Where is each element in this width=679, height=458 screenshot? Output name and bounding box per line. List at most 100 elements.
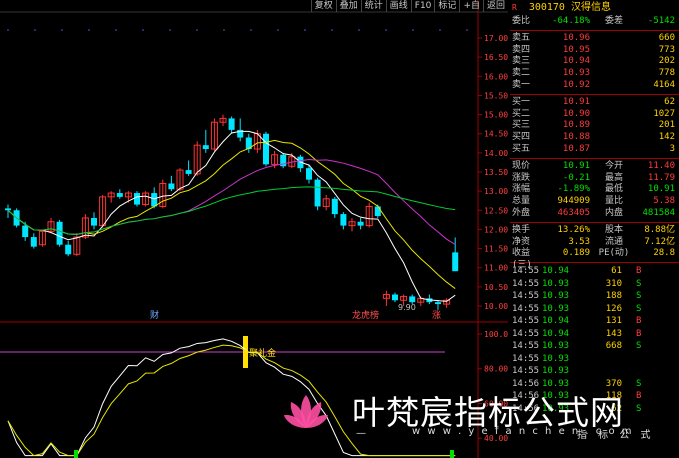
divider xyxy=(510,262,679,264)
bid-row[interactable]: 买三 10.89 201 xyxy=(510,120,679,132)
price-tick-label: 15.00 xyxy=(484,111,508,120)
level-label: 卖二 xyxy=(512,68,531,79)
trade-time: 14:56 xyxy=(512,403,540,414)
trade-price: 10.93 xyxy=(542,278,570,289)
level-price: 10.87 xyxy=(562,143,590,154)
toolbar-button-2[interactable]: 统计 xyxy=(360,0,386,12)
webi-row: 委比 -64.18% 委差 -5142 xyxy=(510,16,679,28)
bid-row[interactable]: 买五 10.87 3 xyxy=(510,144,679,156)
ask-row[interactable]: 卖三 10.94 202 xyxy=(510,56,679,68)
stat-label: 总量 xyxy=(512,196,531,207)
toolbar-button-7[interactable]: 返回 xyxy=(482,0,508,12)
stock-code[interactable]: 300170 xyxy=(529,0,565,16)
trade-volume: 126 xyxy=(605,303,622,314)
candle-body xyxy=(340,214,347,226)
marker-dot xyxy=(412,29,414,31)
r-flag: R xyxy=(512,3,517,12)
stat-value: 11.79 xyxy=(647,172,675,183)
trade-side: B xyxy=(636,328,642,339)
trade-row: 14:55 10.93 188 S xyxy=(510,290,679,303)
candle-body xyxy=(134,193,140,205)
fund-label: 换手 xyxy=(512,224,531,235)
price-tick-label: 13.00 xyxy=(484,187,508,196)
ask-row[interactable]: 卖五 10.96 660 xyxy=(510,33,679,45)
level-label: 买二 xyxy=(512,108,531,119)
toolbar-button-6[interactable]: +自 xyxy=(459,0,483,12)
trade-volume: 131 xyxy=(605,316,622,327)
stock-name[interactable]: 汉得信息 xyxy=(571,0,611,16)
stat-label: 涨跌 xyxy=(512,172,531,183)
candle-body xyxy=(435,302,441,305)
ask-row[interactable]: 卖二 10.93 778 xyxy=(510,68,679,80)
candle-body xyxy=(151,193,158,207)
fund-label: PE(动) xyxy=(598,248,630,259)
marker-dot xyxy=(466,29,468,31)
indicator-line-yellow xyxy=(7,344,456,457)
trade-price: 10.93 xyxy=(542,303,570,314)
trade-row: 14:55 10.93 668 S xyxy=(510,340,679,353)
ask-row[interactable]: 卖四 10.95 773 xyxy=(510,45,679,57)
trade-price: 10.93 xyxy=(542,291,570,302)
stat-value: -1.89% xyxy=(557,184,590,195)
bid-row[interactable]: 买四 10.88 142 xyxy=(510,132,679,144)
trade-time: 14:55 xyxy=(512,278,540,289)
volume-bar xyxy=(74,450,78,458)
candle-body xyxy=(202,145,209,150)
toolbar-button-5[interactable]: 标记 xyxy=(434,0,459,12)
toolbar-button-3[interactable]: 画线 xyxy=(385,0,411,12)
price-tick-label: 10.00 xyxy=(484,302,508,311)
ask-row[interactable]: 卖一 10.92 4164 xyxy=(510,80,679,92)
quote-panel: R 300170 汉得信息 委比 -64.18% 委差 -5142 卖五 10.… xyxy=(510,0,679,458)
stat-row: 涨幅 -1.89% 最低 10.91 xyxy=(510,184,679,196)
candle-body xyxy=(357,221,364,226)
ask-list: 卖五 10.96 660 卖四 10.95 773 卖三 10.94 202 卖二 1… xyxy=(510,33,679,92)
bid-row[interactable]: 买一 10.91 62 xyxy=(510,97,679,109)
candle-body xyxy=(306,168,312,180)
trade-row: 14:55 10.93 xyxy=(510,365,679,378)
toolbar-button-4[interactable]: F10 xyxy=(410,0,435,12)
toolbar-button-0[interactable]: 复权 xyxy=(310,0,336,12)
candle-body xyxy=(263,133,269,165)
marker-dot xyxy=(142,29,144,31)
fund-label: 净资 xyxy=(512,236,531,247)
trade-time: 14:55 xyxy=(512,291,540,302)
stat-row: 现价 10.91 今开 11.40 xyxy=(510,161,679,173)
indicator-tick-label: 60.00 xyxy=(484,399,508,408)
stat-label: 外盘 xyxy=(512,207,531,218)
marker-dot xyxy=(196,29,198,31)
trade-volume: 118 xyxy=(605,391,622,402)
trade-price: 10.93 xyxy=(542,366,570,377)
trade-volume: 668 xyxy=(605,341,622,352)
trade-time: 14:56 xyxy=(512,378,540,389)
fundamental-row: 换手 13.26% 股本 8.88亿 xyxy=(510,225,679,237)
fund-value: 13.26% xyxy=(557,224,590,235)
fund-label: 流通 xyxy=(604,236,623,247)
toolbar-button-1[interactable]: 叠加 xyxy=(335,0,361,12)
candle-body xyxy=(228,118,235,130)
marker-dot xyxy=(358,29,360,31)
indicator-tick-label: 80.00 xyxy=(484,365,508,374)
webi-label: 委比 xyxy=(512,16,531,26)
trade-row: 14:55 10.94 143 B xyxy=(510,328,679,341)
trade-side: S xyxy=(636,403,642,414)
level-price: 10.91 xyxy=(562,96,590,107)
stat-label: 涨幅 xyxy=(512,184,531,195)
bid-row[interactable]: 买二 10.90 1027 xyxy=(510,109,679,121)
level-volume: 202 xyxy=(658,56,675,67)
candle-body xyxy=(168,183,175,190)
marker-dot xyxy=(223,29,225,31)
candle-body xyxy=(392,294,398,301)
level-label: 买一 xyxy=(512,96,531,107)
fundamental-row: 收益(三) 0.189 PE(动) 28.8 xyxy=(510,248,679,270)
indicator-signal-bar xyxy=(243,336,248,368)
trade-row: 14:55 10.94 61 B xyxy=(510,265,679,278)
trade-list[interactable]: 14:55 10.94 61 B 14:55 10.93 310 S 14:55 1… xyxy=(510,265,679,415)
price-tick-label: 16.50 xyxy=(484,53,508,62)
candle-body xyxy=(91,217,97,226)
level-price: 10.94 xyxy=(562,56,590,67)
marker-dot xyxy=(250,29,252,31)
kline-chart[interactable]: 17.00 16.50 16.00 15.50 15.00 14.50 14.00 13.50… xyxy=(0,0,508,458)
trade-volume: 370 xyxy=(605,378,622,389)
trade-price: 10.93 xyxy=(542,403,570,414)
level-price: 10.90 xyxy=(562,108,590,119)
